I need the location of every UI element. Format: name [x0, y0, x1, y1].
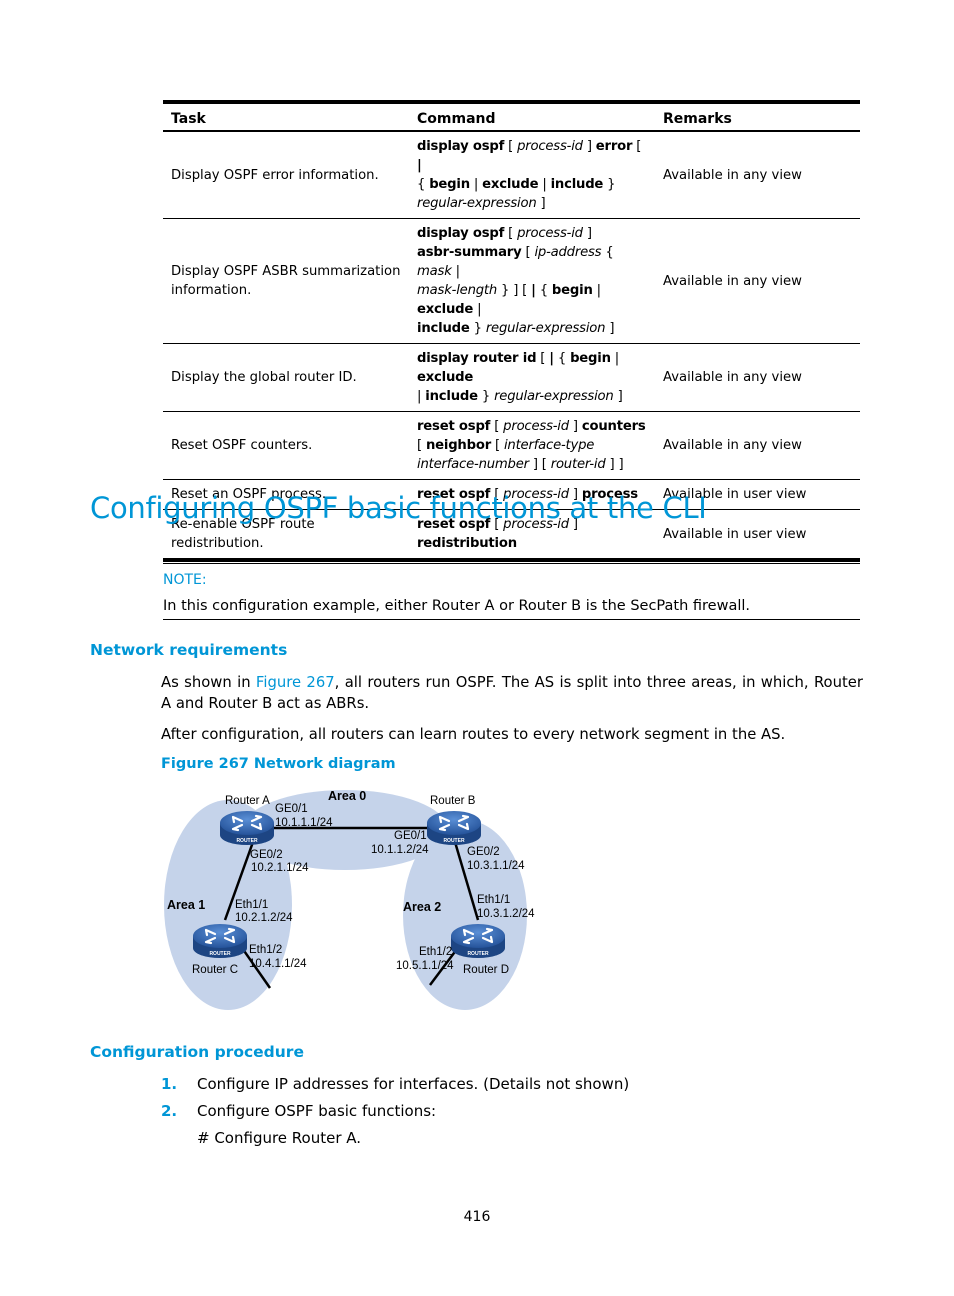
area-2-label: Area 2	[403, 900, 441, 914]
router-a-label: Router A	[225, 795, 270, 807]
b-ge02-label: GE0/2	[467, 846, 500, 858]
step-number: 2.	[161, 1102, 178, 1120]
router-d-icon: ROUTER	[449, 922, 507, 960]
area-1-label: Area 1	[167, 898, 205, 912]
step-item: 1. Configure IP addresses for interfaces.…	[161, 1075, 629, 1093]
task-cell: Display OSPF ASBR summarization informat…	[163, 218, 409, 344]
note-text: In this configuration example, either Ro…	[163, 598, 750, 614]
b-ge01-label: GE0/1	[394, 830, 427, 842]
a-ge02-ip: 10.2.1.1/24	[251, 862, 309, 874]
step-text: Configure IP addresses for interfaces. (…	[197, 1075, 630, 1093]
a-ge02-label: GE0/2	[250, 849, 283, 861]
c-eth12-label: Eth1/2	[249, 944, 282, 956]
table-row: Display OSPF error information. display …	[163, 131, 860, 219]
command-cell: display ospf [ process-id ] error [ |{ b…	[409, 131, 655, 219]
d-eth11-ip: 10.3.1.2/24	[477, 908, 535, 920]
area-0-label: Area 0	[328, 789, 366, 803]
table-header-row: Task Command Remarks	[163, 102, 860, 132]
task-cell: Reset OSPF counters.	[163, 411, 409, 480]
command-cell: display router id [ | { begin | exclude |…	[409, 343, 655, 412]
figure-link[interactable]: Figure 267	[256, 674, 335, 691]
page-number: 416	[463, 1209, 491, 1225]
d-eth12-ip: 10.5.1.1/24	[396, 960, 454, 972]
note-top-rule	[163, 563, 860, 564]
section-title: Configuring OSPF basic functions at the …	[90, 491, 707, 525]
remarks-cell: Available in any view	[655, 131, 860, 219]
c-eth11-ip: 10.2.1.2/24	[235, 912, 293, 924]
command-cell: display ospf [ process-id ] asbr-summary …	[409, 218, 655, 344]
header-task: Task	[163, 102, 409, 132]
table-row: Display OSPF ASBR summarization informat…	[163, 218, 860, 344]
router-c-label: Router C	[192, 964, 238, 976]
router-d-label: Router D	[463, 964, 509, 976]
c-eth11-label: Eth1/1	[235, 899, 268, 911]
router-b-icon: ROUTER	[425, 809, 483, 847]
step-item: 2. Configure OSPF basic functions:	[161, 1102, 436, 1120]
b-ge02-ip: 10.3.1.1/24	[467, 860, 525, 872]
table-row: Display the global router ID. display ro…	[163, 343, 860, 412]
a-ge01-label: GE0/1	[275, 803, 308, 815]
svg-text:ROUTER: ROUTER	[467, 951, 489, 957]
step-text: Configure OSPF basic functions:	[197, 1102, 437, 1120]
b-ge01-ip: 10.1.1.2/24	[371, 844, 429, 856]
router-b-label: Router B	[430, 795, 476, 807]
c-eth12-ip: 10.4.1.1/24	[249, 958, 307, 970]
table-row: Reset OSPF counters. reset ospf [ proces…	[163, 411, 860, 480]
d-eth11-label: Eth1/1	[477, 894, 510, 906]
d-eth12-label: Eth1/2	[419, 946, 452, 958]
header-remarks: Remarks	[655, 102, 860, 132]
step-number: 1.	[161, 1075, 178, 1093]
task-cell: Display OSPF error information.	[163, 131, 409, 219]
network-requirements-paragraph: As shown in Figure 267, all routers run …	[161, 674, 863, 712]
network-requirements-paragraph-2: After configuration, all routers can lea…	[161, 726, 786, 743]
network-diagram: ROUTER ROUTER ROUTER ROUTER Area 0 Area …	[164, 789, 535, 1010]
configuration-procedure-heading: Configuration procedure	[90, 1043, 304, 1061]
task-cell: Display the global router ID.	[163, 343, 409, 412]
router-c-icon: ROUTER	[191, 922, 249, 960]
remarks-cell: Available in any view	[655, 218, 860, 344]
router-a-icon: ROUTER	[218, 809, 276, 847]
note-bottom-rule	[163, 619, 860, 620]
svg-text:ROUTER: ROUTER	[443, 838, 465, 844]
svg-text:ROUTER: ROUTER	[236, 838, 258, 844]
svg-text:ROUTER: ROUTER	[209, 951, 231, 957]
config-comment: # Configure Router A.	[197, 1129, 362, 1147]
figure-caption: Figure 267 Network diagram	[161, 756, 396, 772]
network-requirements-heading: Network requirements	[90, 641, 288, 659]
remarks-cell: Available in any view	[655, 411, 860, 480]
note-label: NOTE:	[163, 572, 207, 588]
command-cell: reset ospf [ process-id ] counters[ neig…	[409, 411, 655, 480]
remarks-cell: Available in any view	[655, 343, 860, 412]
header-command: Command	[409, 102, 655, 132]
a-ge01-ip: 10.1.1.1/24	[275, 817, 333, 829]
